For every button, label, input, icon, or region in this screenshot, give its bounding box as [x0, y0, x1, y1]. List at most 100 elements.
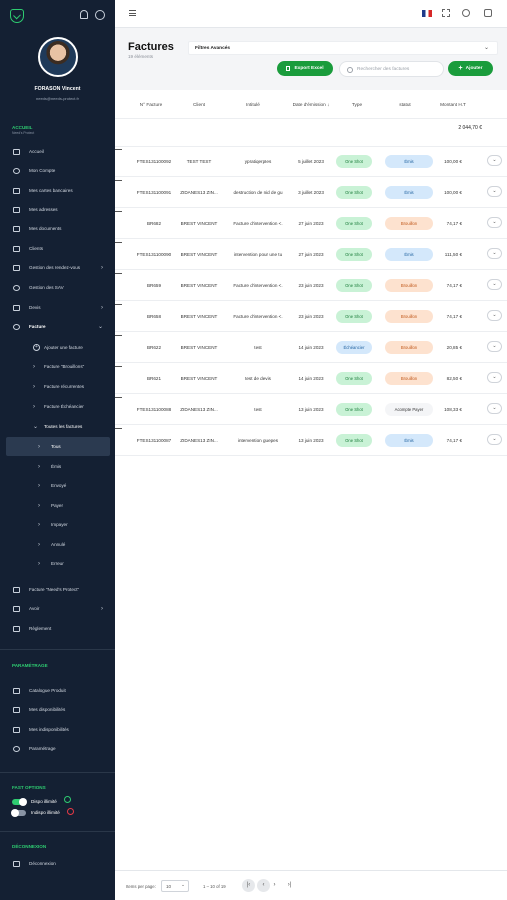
sidebar-item-ajouter-facture[interactable]: + Ajouter une facture: [0, 338, 115, 357]
sidebar-item-indisponibilites[interactable]: Mes indisponibilités: [0, 720, 115, 739]
table-row[interactable]: BR622 BREST VINCENT test 14 juin 2023 Échéan…: [115, 333, 507, 363]
sidebar-item-disponibilites[interactable]: Mes disponibilités: [0, 700, 115, 719]
sidebar-item-avoir[interactable]: Avoir ›: [0, 599, 115, 618]
sidebar-item-envoye[interactable]: › Envoyé: [0, 476, 115, 495]
add-button[interactable]: + Ajouter: [448, 61, 493, 76]
expand-chevron-icon[interactable]: ⌄: [487, 279, 502, 290]
cell-montant: 74,17 €: [446, 221, 462, 226]
cell-intitule[interactable]: test: [227, 407, 289, 412]
sidebar-item-annule[interactable]: › Annulé: [0, 535, 115, 554]
search-icon[interactable]: [462, 9, 470, 17]
last-page-button[interactable]: ›|: [283, 879, 296, 892]
sidebar-item-facture-needs[interactable]: Facture "Need's Protect": [0, 580, 115, 599]
cell-intitule[interactable]: intervention pour une tu: [227, 252, 289, 257]
sidebar-item-parametrage[interactable]: Paramétrage: [0, 739, 115, 758]
sidebar-item-documents[interactable]: Mes documents: [0, 219, 115, 238]
column-header[interactable]: Intitulé: [233, 102, 273, 107]
column-header[interactable]: Montant H.T: [431, 102, 475, 107]
item-count: 19 éléments: [128, 54, 154, 59]
sidebar-item-impayer[interactable]: › Impayer: [0, 515, 115, 534]
sidebar-item-brouillons[interactable]: › Facture "Brouillons": [0, 357, 115, 376]
chevron-right-icon: ›: [38, 443, 40, 450]
sidebar-item-rendez-vous[interactable]: Gestion des rendez-vous ›: [0, 258, 115, 277]
export-excel-button[interactable]: Export Excel: [277, 61, 333, 76]
sidebar-item-sav[interactable]: Gestion des SAV: [0, 278, 115, 297]
sidebar-item-payer[interactable]: › Payer: [0, 496, 115, 515]
expand-chevron-icon[interactable]: ⌄: [487, 434, 502, 445]
table-row[interactable]: BR659 BREST VINCENT Facture d'intervention…: [115, 271, 507, 301]
sidebar-item-adresses[interactable]: Mes adresses: [0, 200, 115, 219]
column-header[interactable]: statut: [387, 102, 423, 107]
sidebar-item-toutes[interactable]: ⌄ Toutes les factures: [0, 417, 115, 436]
dispo-toggle[interactable]: [12, 798, 27, 806]
cell-intitule[interactable]: Facture d'intervention <.: [227, 221, 289, 226]
sidebar-item-cartes[interactable]: Mes cartes bancaires: [0, 181, 115, 200]
avatar[interactable]: [38, 37, 78, 77]
table-row[interactable]: FTES131100087 ZIDANES13 ZIN... interventio…: [115, 426, 507, 456]
expand-chevron-icon[interactable]: ⌄: [487, 155, 502, 166]
cell-numero: FTES131100092: [136, 159, 172, 164]
chevron-right-icon: ›: [38, 482, 40, 489]
expand-chevron-icon[interactable]: ⌄: [487, 248, 502, 259]
first-page-button[interactable]: |‹: [242, 879, 255, 892]
expand-chevron-icon[interactable]: ⌄: [487, 403, 502, 414]
expand-chevron-icon[interactable]: ⌄: [487, 217, 502, 228]
advanced-filters[interactable]: Filtres Avancés ⌄: [188, 41, 498, 55]
cell-intitule[interactable]: Facture d'intervention <.: [227, 314, 289, 319]
search-input[interactable]: Rechercher des factures: [339, 61, 444, 77]
sidebar-item-devis[interactable]: Devis ›: [0, 298, 115, 317]
items-per-page-select[interactable]: 10 ⌄: [161, 880, 189, 892]
column-header[interactable]: Date d'émission ↓: [285, 102, 337, 107]
next-page-button[interactable]: ›: [268, 879, 281, 892]
sidebar-item-reglement[interactable]: Règlement: [0, 619, 115, 638]
cell-intitule[interactable]: intervention guepes: [227, 438, 289, 443]
invoice-icon: [13, 586, 20, 593]
sidebar-item-facture[interactable]: Facture ⌄: [0, 317, 115, 336]
sidebar-item-clients[interactable]: Clients: [0, 239, 115, 258]
invoices-table: N° Facture Client Intitulé Date d'émissi…: [115, 90, 507, 870]
sidebar-item-deconnexion[interactable]: Déconnexion: [0, 854, 115, 873]
sidebar-item-mon-compte[interactable]: Mon Compte: [0, 161, 115, 180]
sidebar-item-echeancier[interactable]: › Facture Échéancier: [0, 397, 115, 416]
bell-icon[interactable]: [80, 10, 88, 19]
sidebar-item-erreur[interactable]: › Erreur: [0, 554, 115, 573]
type-badge: Échéancier: [336, 341, 372, 354]
column-header[interactable]: Client: [179, 102, 219, 107]
fullscreen-icon[interactable]: [442, 9, 450, 17]
cell-montant: 108,33 €: [444, 407, 462, 412]
cell-intitule[interactable]: Facture d'intervention <.: [227, 283, 289, 288]
cell-montant: 74,17 €: [446, 438, 462, 443]
user-icon[interactable]: [95, 10, 105, 20]
column-header[interactable]: N° Facture: [135, 102, 167, 107]
chevron-down-icon: ⌄: [483, 45, 489, 51]
expand-chevron-icon[interactable]: ⌄: [487, 186, 502, 197]
table-row[interactable]: FTES131100091 ZIDANES13 ZIN... destruction…: [115, 178, 507, 208]
cell-intitule[interactable]: test de devis: [227, 376, 289, 381]
cell-intitule[interactable]: ypratiqerpIes: [227, 159, 289, 164]
table-row[interactable]: BR658 BREST VINCENT Facture d'intervention…: [115, 302, 507, 332]
sidebar-item-tous[interactable]: › Tous: [6, 437, 110, 456]
table-row[interactable]: FTES131100092 TEST TEST ypratiqerpIes 5 jui…: [115, 147, 507, 177]
sidebar-item-accueil[interactable]: Accueil: [0, 142, 115, 161]
cell-intitule[interactable]: destruction de nid de gu: [227, 190, 289, 195]
table-row[interactable]: FTES131100090 BREST VINCENT intervention p…: [115, 240, 507, 270]
menu-icon[interactable]: [129, 10, 136, 16]
sidebar-item-catalogue[interactable]: Catalogue Produit: [0, 681, 115, 700]
sidebar-item-emis[interactable]: › Émis: [0, 457, 115, 476]
table-row[interactable]: BR682 BREST VINCENT Facture d'intervention…: [115, 209, 507, 239]
expand-chevron-icon[interactable]: ⌄: [487, 372, 502, 383]
inbox-icon[interactable]: [484, 9, 492, 17]
cell-client: TEST TEST: [186, 159, 212, 164]
table-row[interactable]: FTES131100088 ZIDANES13 ZIN... test 13 juin…: [115, 395, 507, 425]
expand-chevron-icon[interactable]: ⌄: [487, 341, 502, 352]
cell-numero: BR682: [146, 221, 162, 226]
cell-date: 27 juin 2023: [298, 252, 324, 257]
cell-intitule[interactable]: test: [227, 345, 289, 350]
french-flag-icon[interactable]: [422, 10, 432, 17]
table-row[interactable]: BR621 BREST VINCENT test de devis 14 juin 2…: [115, 364, 507, 394]
column-header[interactable]: Type: [341, 102, 373, 107]
shield-logo-icon[interactable]: [10, 9, 24, 23]
expand-chevron-icon[interactable]: ⌄: [487, 310, 502, 321]
indispo-toggle[interactable]: [11, 809, 26, 817]
sidebar-item-recurrentes[interactable]: › Facture récurrentes: [0, 377, 115, 396]
